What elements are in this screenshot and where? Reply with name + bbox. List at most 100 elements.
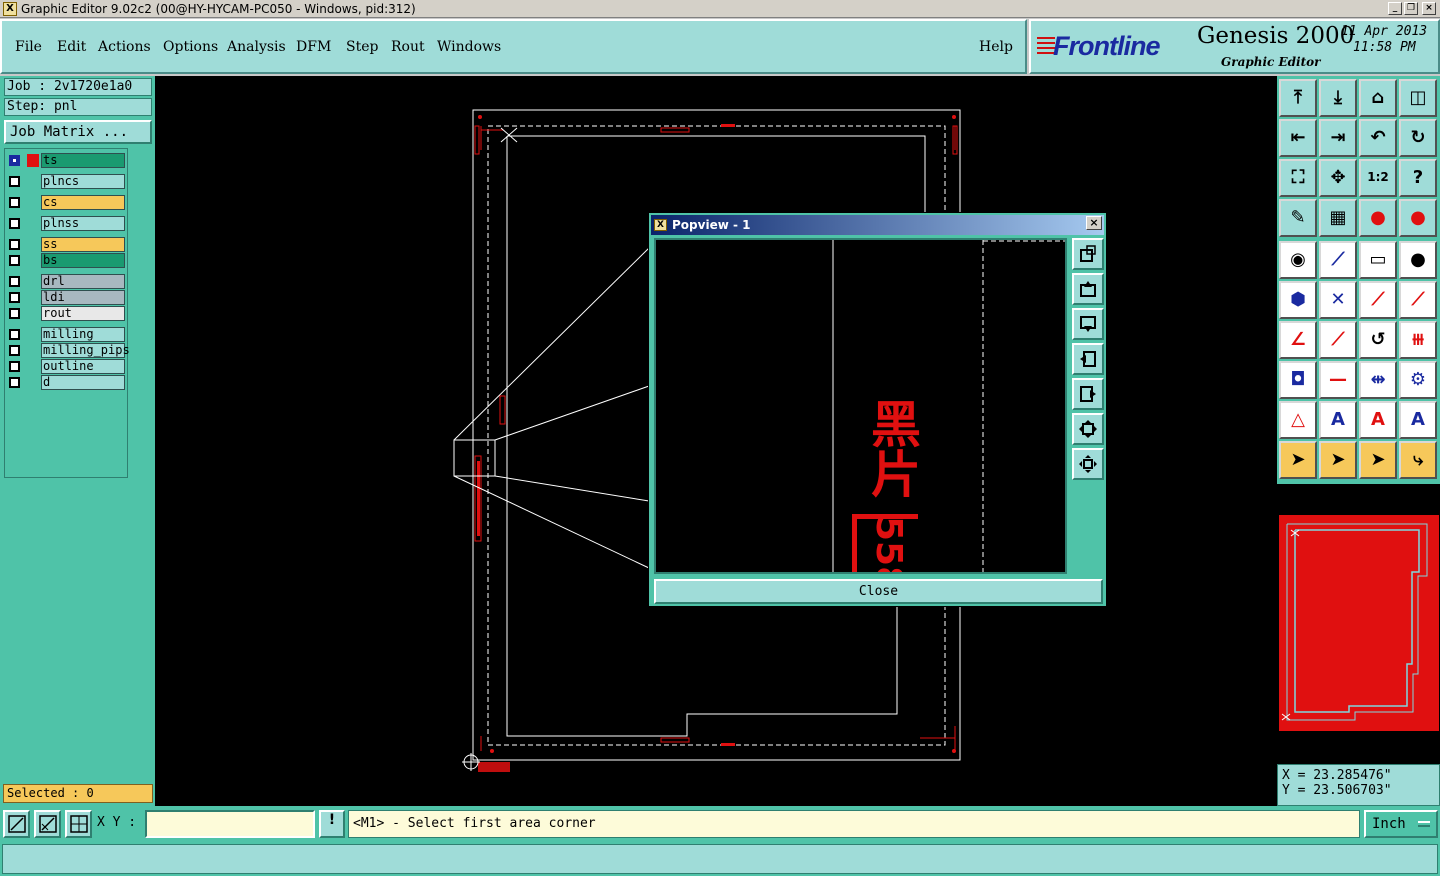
pan-down-icon[interactable] xyxy=(1072,308,1104,340)
unit-selector[interactable]: Inch xyxy=(1364,810,1438,838)
layer-name[interactable]: milling_pips xyxy=(41,343,130,358)
layer-name[interactable]: rout xyxy=(41,306,125,321)
maximize-button[interactable]: ❐ xyxy=(1404,2,1418,15)
layer-checkbox[interactable] xyxy=(9,308,20,319)
menu-help[interactable]: Help xyxy=(979,39,1013,55)
add-pad-icon[interactable]: ◉ xyxy=(1279,241,1317,279)
ruler-icon[interactable]: ▭ xyxy=(1359,241,1397,279)
layer-checkbox[interactable] xyxy=(9,239,20,250)
layer-checkbox[interactable] xyxy=(9,218,20,229)
menu-file[interactable]: File xyxy=(15,39,42,55)
layer-name[interactable]: ts xyxy=(41,153,125,168)
route-icon[interactable]: ⤷ xyxy=(1399,441,1437,479)
scale-1-2-icon[interactable]: 1:2 xyxy=(1359,159,1397,197)
layer-checkbox[interactable] xyxy=(9,276,20,287)
layer-row-ldi[interactable]: ldi xyxy=(7,290,126,305)
text-icon[interactable]: ⧻ xyxy=(1399,321,1437,359)
pan-left-icon[interactable] xyxy=(1072,343,1104,375)
popview-titlebar[interactable]: X Popview - 1 xyxy=(651,215,1104,235)
popview-close-icon[interactable]: × xyxy=(1086,216,1102,230)
layer-checkbox[interactable] xyxy=(9,197,20,208)
circle-icon[interactable]: ● xyxy=(1399,241,1437,279)
layer-row-rout[interactable]: rout xyxy=(7,306,126,321)
point-red-2-icon[interactable]: ⟋ xyxy=(1399,281,1437,319)
layer-checkbox[interactable] xyxy=(9,176,20,187)
arrow-select-icon[interactable]: ➤ xyxy=(1319,441,1357,479)
close-window-button[interactable]: × xyxy=(1422,2,1436,15)
pan-left-tool-icon[interactable]: ⇤ xyxy=(1279,119,1317,157)
menu-edit[interactable]: Edit xyxy=(57,39,86,55)
layer-name[interactable]: plnss xyxy=(41,216,125,231)
feature-tools-icon[interactable]: ✎ xyxy=(1279,199,1317,237)
snap-red-2-icon[interactable]: ● xyxy=(1399,199,1437,237)
exclamation-button[interactable]: ! xyxy=(319,810,345,838)
overview-map[interactable] xyxy=(1277,484,1440,764)
snap-mode-icon[interactable] xyxy=(3,810,30,838)
house-icon[interactable]: ⌂ xyxy=(1359,79,1397,117)
layer-checkbox[interactable] xyxy=(9,361,20,372)
node-icon[interactable]: ⬢ xyxy=(1279,281,1317,319)
layer-name[interactable]: ldi xyxy=(41,290,125,305)
triangle-a3-icon[interactable]: A xyxy=(1399,401,1437,439)
measure-mode-icon[interactable] xyxy=(34,810,61,838)
zoom-fit-icon[interactable] xyxy=(1072,413,1104,445)
zoom-center-icon[interactable]: ✥ xyxy=(1319,159,1357,197)
cross-icon[interactable]: ✕ xyxy=(1319,281,1357,319)
menu-actions[interactable]: Actions xyxy=(98,39,151,55)
arrow-pick-icon[interactable]: ➤ xyxy=(1359,441,1397,479)
menu-analysis[interactable]: Analysis xyxy=(227,39,286,55)
layer-checkbox[interactable] xyxy=(9,155,20,166)
menu-rout[interactable]: Rout xyxy=(391,39,425,55)
zoom-fit-tool-icon[interactable]: ⛶ xyxy=(1279,159,1317,197)
grid-mode-icon[interactable] xyxy=(65,810,92,838)
xy-input[interactable] xyxy=(145,810,315,838)
layer-name[interactable]: bs xyxy=(41,253,125,268)
angle-icon[interactable]: ∠ xyxy=(1279,321,1317,359)
select-pad-icon[interactable]: ◘ xyxy=(1279,361,1317,399)
add-line-icon[interactable]: ⟋ xyxy=(1319,241,1357,279)
triangle-icon[interactable]: △ xyxy=(1279,401,1317,439)
help-query-icon[interactable]: ? xyxy=(1399,159,1437,197)
zoom-out-icon[interactable] xyxy=(1072,448,1104,480)
minus-red-icon[interactable]: — xyxy=(1319,361,1357,399)
measure-icon[interactable]: ⇹ xyxy=(1359,361,1397,399)
zoom-home-icon[interactable]: ⤒ xyxy=(1279,79,1317,117)
menu-windows[interactable]: Windows xyxy=(437,39,501,55)
gear-icon[interactable]: ⚙ xyxy=(1399,361,1437,399)
layer-name[interactable]: ss xyxy=(41,237,125,252)
layer-checkbox[interactable] xyxy=(9,292,20,303)
layer-row-ss[interactable]: ss xyxy=(7,237,126,252)
layer-checkbox[interactable] xyxy=(9,329,20,340)
line-red-icon[interactable]: ⟋ xyxy=(1319,321,1357,359)
triangle-a-icon[interactable]: A xyxy=(1319,401,1357,439)
undo-view-icon[interactable]: ↶ xyxy=(1359,119,1397,157)
pan-right-tool-icon[interactable]: ⇥ xyxy=(1319,119,1357,157)
arrow-cursor-icon[interactable]: ➤ xyxy=(1279,441,1317,479)
arc-icon[interactable]: ↺ xyxy=(1359,321,1397,359)
layer-name[interactable]: outline xyxy=(41,359,125,374)
layer-row-milling[interactable]: milling xyxy=(7,327,126,342)
job-matrix-button[interactable]: Job Matrix ... xyxy=(4,120,152,144)
menu-step[interactable]: Step xyxy=(346,39,378,55)
layer-row-bs[interactable]: bs xyxy=(7,253,126,268)
layer-row-outline[interactable]: outline xyxy=(7,359,126,374)
redraw-icon[interactable]: ↻ xyxy=(1399,119,1437,157)
layer-row-plnss[interactable]: plnss xyxy=(7,216,126,231)
minimize-button[interactable]: _ xyxy=(1388,2,1402,15)
menu-options[interactable]: Options xyxy=(163,39,218,55)
layer-row-d[interactable]: d xyxy=(7,375,126,390)
layer-name[interactable]: milling xyxy=(41,327,125,342)
zoom-in-icon[interactable] xyxy=(1072,238,1104,270)
layer-name[interactable]: d xyxy=(41,375,125,390)
layer-row-ts[interactable]: ts xyxy=(7,153,126,168)
popview-close-button[interactable]: Close xyxy=(654,579,1103,604)
layer-name[interactable]: plncs xyxy=(41,174,125,189)
layer-checkbox[interactable] xyxy=(9,345,20,356)
pan-right-icon[interactable] xyxy=(1072,378,1104,410)
zoom-down-icon[interactable]: ⤓ xyxy=(1319,79,1357,117)
split-view-icon[interactable]: ◫ xyxy=(1399,79,1437,117)
layer-name[interactable]: drl xyxy=(41,274,125,289)
pan-up-icon[interactable] xyxy=(1072,273,1104,305)
popview-zoom-area[interactable]: 黑片 558 xyxy=(654,238,1067,574)
layer-checkbox[interactable] xyxy=(9,255,20,266)
